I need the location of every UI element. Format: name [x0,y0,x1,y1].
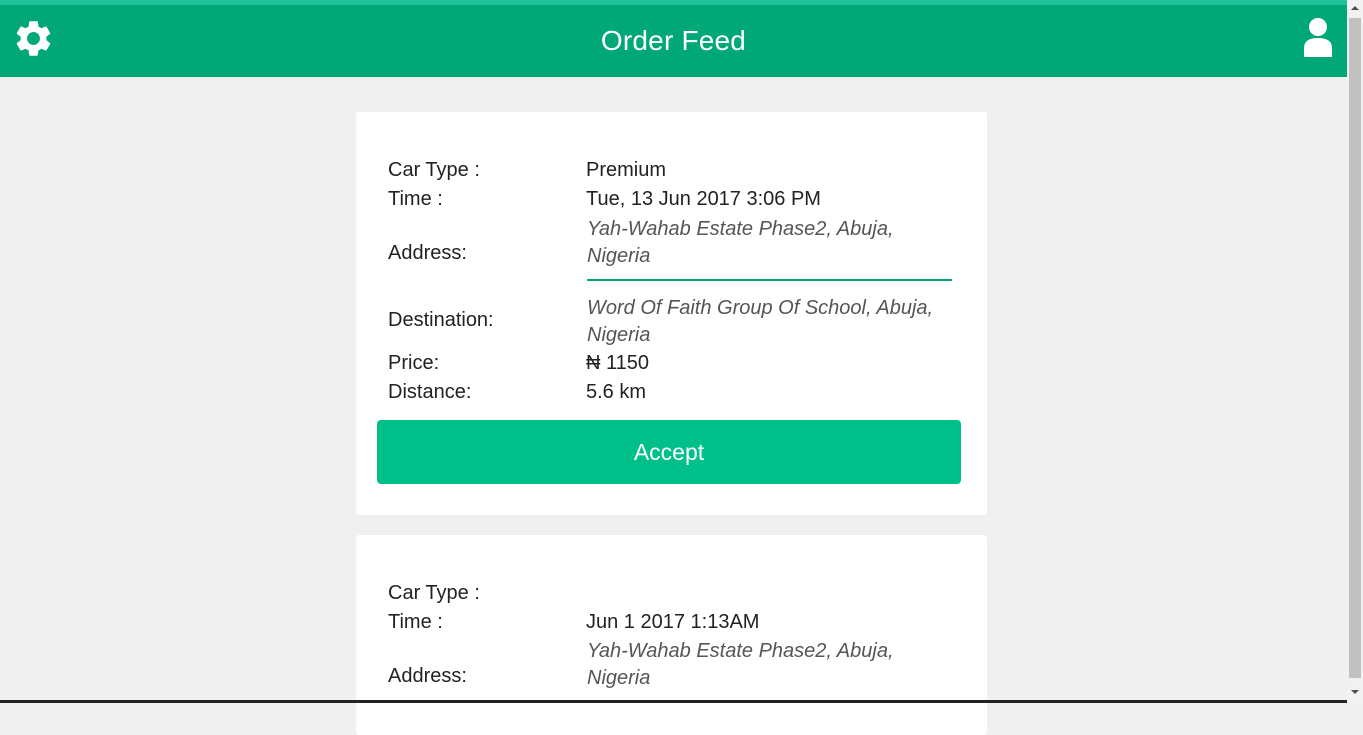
address-line: Nigeria [587,245,651,267]
address-label: Address: [388,665,467,687]
address-label: Address: [388,242,467,264]
accept-button[interactable]: Accept [377,420,961,484]
page-title: Order Feed [600,25,747,56]
time-value: Tue, 13 Jun 2017 3:06 PM [586,188,821,210]
distance-label: Distance: [388,381,472,403]
time-label: Time : [388,188,443,210]
address-line: Yah-Wahab Estate Phase2, Abuja, [587,218,894,240]
destination-line: Nigeria [587,324,651,346]
address-value: Yah-Wahab Estate Phase2, Abuja, Nigeria [587,638,957,692]
scrollbar-thumb[interactable] [1349,18,1361,678]
time-value: Jun 1 2017 1:13AM [586,611,760,633]
scroll-down-arrow-icon[interactable] [1349,686,1361,698]
scroll-up-arrow-icon[interactable] [1349,2,1361,14]
car-type-label: Car Type : [388,582,480,604]
address-line: Nigeria [587,667,651,689]
car-type-value: Premium [586,159,667,181]
car-type-label: Car Type : [388,159,480,181]
order-card: Car Type : Time : Jun 1 2017 1:13AM Addr… [356,535,987,735]
address-value: Yah-Wahab Estate Phase2, Abuja, Nigeria [587,216,957,270]
time-label: Time : [388,611,443,633]
distance-value: 5.6 km [586,381,647,403]
address-line: Yah-Wahab Estate Phase2, Abuja, [587,640,894,662]
destination-value: Word Of Faith Group Of School, Abuja, Ni… [587,295,957,349]
destination-label: Destination: [388,309,494,331]
address-underline [587,279,952,281]
price-value: ₦ 1150 [586,352,650,374]
destination-line: Word Of Faith Group Of School, Abuja, [587,297,934,319]
top-app-bar: Order Feed [0,0,1347,77]
price-label: Price: [388,352,440,374]
order-card: Car Type : Premium Time : Tue, 13 Jun 20… [356,112,987,515]
user-icon[interactable] [1302,17,1334,57]
